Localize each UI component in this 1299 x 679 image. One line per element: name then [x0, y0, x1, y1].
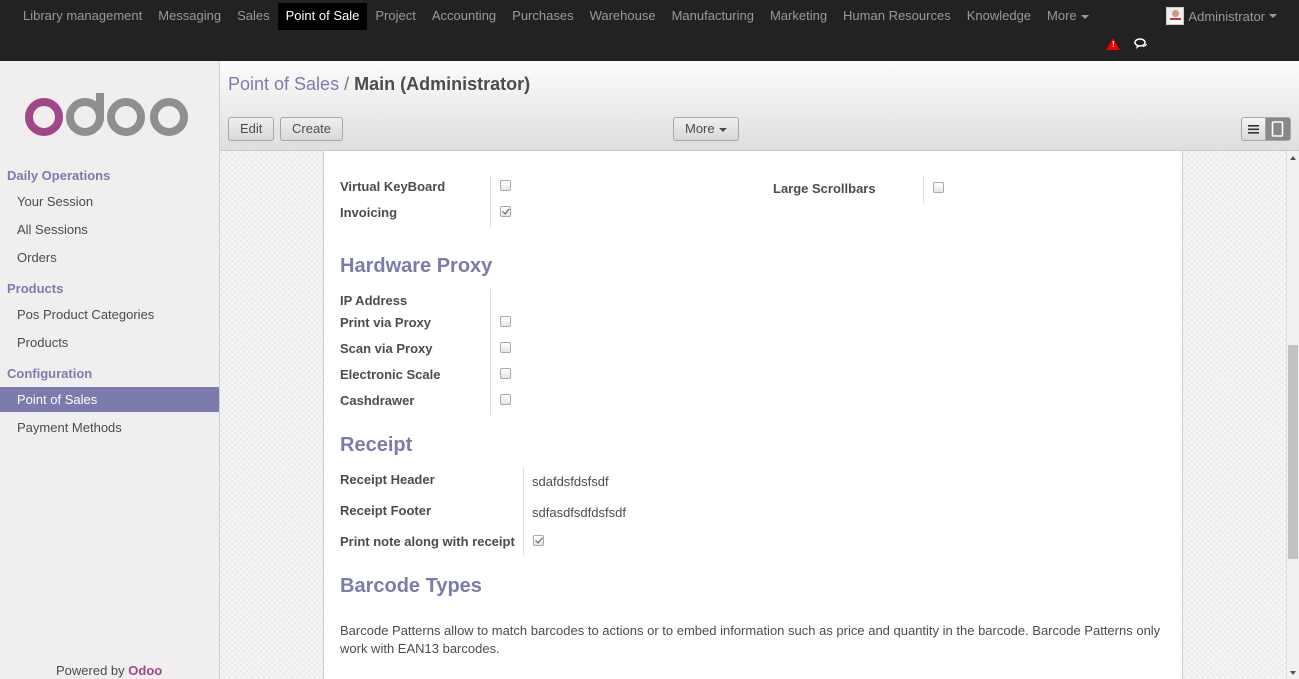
virtual-keyboard-label: Virtual KeyBoard — [340, 179, 446, 194]
menu-human-resources[interactable]: Human Resources — [835, 3, 959, 30]
menu-marketing[interactable]: Marketing — [762, 3, 835, 30]
print-via-proxy-label: Print via Proxy — [340, 315, 432, 330]
odoo-logo[interactable] — [24, 91, 192, 139]
scroll-up-arrow-icon[interactable] — [1290, 156, 1296, 160]
caret-down-icon — [1269, 14, 1277, 18]
breadcrumb-current: Main (Administrator) — [354, 74, 531, 94]
menu-warehouse[interactable]: Warehouse — [582, 3, 664, 30]
receipt-footer-value[interactable]: sdfasdfsdfdsfsdf — [532, 505, 626, 520]
vertical-scrollbar[interactable] — [1286, 151, 1299, 679]
menu-sales[interactable]: Sales — [229, 3, 278, 30]
sidebar-item-all-sessions[interactable]: All Sessions — [0, 217, 219, 242]
large-scrollbars-checkbox[interactable] — [933, 182, 944, 193]
form-icon — [1271, 121, 1284, 137]
invoicing-checkbox[interactable] — [500, 206, 511, 217]
field-divider — [523, 467, 524, 555]
sidebar-item-your-session[interactable]: Your Session — [0, 189, 219, 214]
receipt-footer-label: Receipt Footer — [340, 503, 432, 518]
powered-by-link[interactable]: Odoo — [128, 663, 162, 678]
breadcrumb-separator: / — [344, 74, 350, 94]
cashdrawer-checkbox[interactable] — [500, 394, 511, 405]
user-name: Administrator — [1188, 8, 1265, 24]
top-navbar: Library management Messaging Sales Point… — [0, 0, 1299, 61]
nav-header-daily-operations: Daily Operations — [7, 168, 111, 183]
app-menu: Library management Messaging Sales Point… — [15, 3, 1097, 30]
menu-accounting[interactable]: Accounting — [424, 3, 504, 30]
menu-library-management[interactable]: Library management — [15, 3, 150, 30]
virtual-keyboard-checkbox[interactable] — [500, 180, 511, 191]
more-button[interactable]: More — [673, 117, 739, 141]
field-divider — [490, 176, 491, 228]
print-via-proxy-checkbox[interactable] — [500, 316, 511, 327]
menu-more[interactable]: More — [1039, 3, 1097, 30]
field-divider — [923, 176, 924, 204]
form-content-area: Virtual KeyBoard Invoicing Large Scrollb… — [220, 151, 1286, 679]
barcode-types-heading: Barcode Types — [340, 575, 482, 597]
form-view-button[interactable] — [1266, 117, 1291, 141]
menu-messaging[interactable]: Messaging — [150, 3, 229, 30]
powered-by: Powered by Odoo — [56, 663, 162, 678]
warning-icon[interactable]: ! — [1106, 38, 1120, 50]
menu-knowledge[interactable]: Knowledge — [959, 3, 1039, 30]
print-note-checkbox[interactable] — [533, 535, 544, 546]
chat-icon[interactable] — [1134, 38, 1148, 50]
scan-via-proxy-label: Scan via Proxy — [340, 341, 433, 356]
barcode-help-text: Barcode Patterns allow to match barcodes… — [340, 623, 1161, 656]
receipt-heading: Receipt — [340, 434, 413, 456]
sidebar-item-orders[interactable]: Orders — [0, 245, 219, 270]
electronic-scale-label: Electronic Scale — [340, 367, 441, 382]
menu-purchases[interactable]: Purchases — [504, 3, 581, 30]
receipt-header-label: Receipt Header — [340, 472, 435, 487]
menu-project[interactable]: Project — [367, 3, 423, 30]
field-divider — [490, 289, 491, 415]
menu-point-of-sale[interactable]: Point of Sale — [277, 3, 368, 30]
hardware-proxy-heading: Hardware Proxy — [340, 255, 493, 277]
create-button[interactable]: Create — [280, 117, 344, 141]
ip-address-label: IP Address — [340, 293, 408, 308]
sidebar: Daily Operations Your Session All Sessio… — [0, 61, 220, 679]
invoicing-label: Invoicing — [340, 205, 398, 220]
cashdrawer-label: Cashdrawer — [340, 393, 415, 408]
caret-down-icon — [718, 127, 727, 132]
sidebar-item-pos-product-categories[interactable]: Pos Product Categories — [0, 302, 219, 327]
print-note-label: Print note along with receipt — [340, 534, 515, 549]
nav-header-products: Products — [7, 281, 64, 296]
menu-more-label: More — [1047, 8, 1077, 23]
list-icon — [1248, 125, 1259, 134]
view-switcher — [1241, 117, 1291, 141]
avatar — [1166, 7, 1185, 25]
powered-by-text: Powered by — [56, 663, 125, 678]
electronic-scale-checkbox[interactable] — [500, 368, 511, 379]
menu-manufacturing[interactable]: Manufacturing — [664, 3, 762, 30]
sidebar-item-point-of-sales[interactable]: Point of Sales — [0, 387, 219, 412]
sidebar-item-products[interactable]: Products — [0, 330, 219, 355]
breadcrumb: Point of Sales / Main (Administrator) — [228, 74, 530, 95]
scroll-down-arrow-icon[interactable] — [1290, 671, 1296, 675]
more-button-label: More — [685, 121, 715, 136]
nav-header-configuration: Configuration — [7, 366, 93, 381]
breadcrumb-parent[interactable]: Point of Sales — [228, 74, 339, 94]
form-sheet: Virtual KeyBoard Invoicing Large Scrollb… — [323, 151, 1183, 679]
receipt-header-value[interactable]: sdafdsfdsfsdf — [532, 474, 609, 489]
list-view-button[interactable] — [1241, 117, 1266, 141]
sidebar-item-payment-methods[interactable]: Payment Methods — [0, 415, 219, 440]
scrollbar-thumb[interactable] — [1288, 345, 1298, 559]
scan-via-proxy-checkbox[interactable] — [500, 342, 511, 353]
large-scrollbars-label: Large Scrollbars — [773, 181, 876, 196]
user-menu[interactable]: Administrator — [1166, 7, 1277, 25]
control-panel: Point of Sales / Main (Administrator) Ed… — [220, 61, 1299, 151]
edit-button[interactable]: Edit — [228, 117, 275, 141]
caret-down-icon — [1080, 14, 1089, 19]
